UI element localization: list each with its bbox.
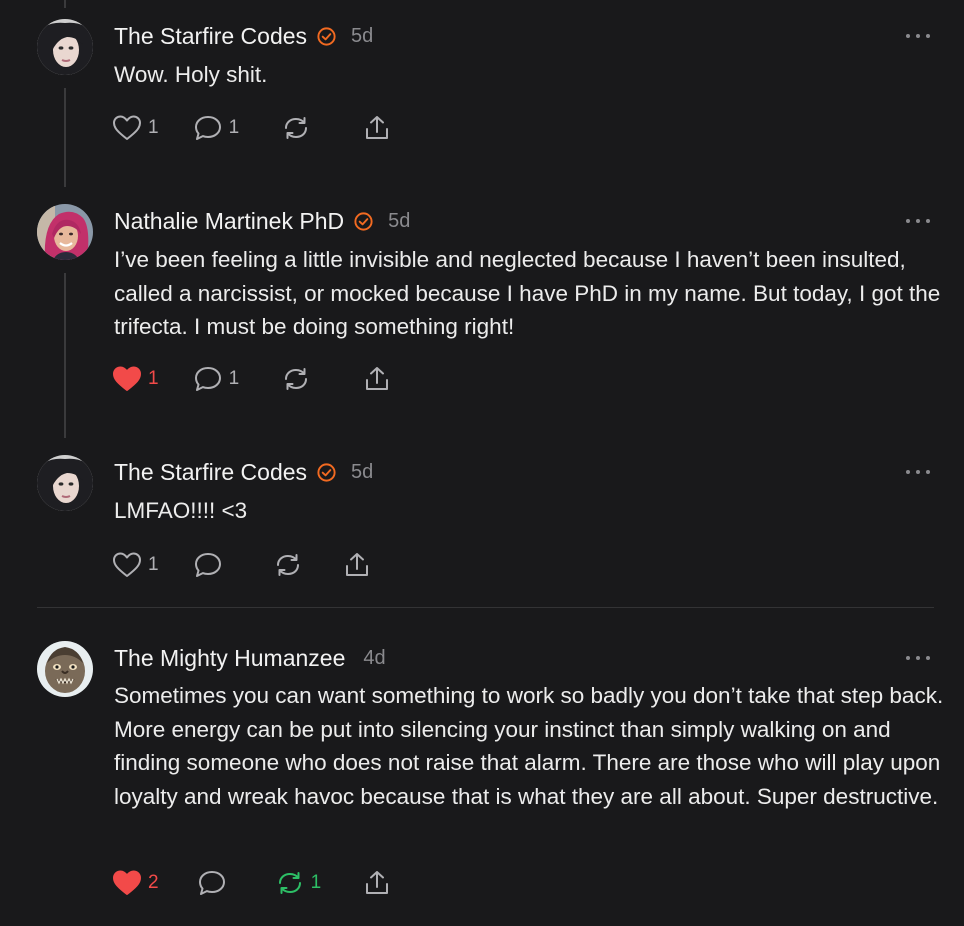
thread-line [64, 0, 66, 8]
heart-icon [113, 552, 141, 577]
restack-button[interactable] [281, 363, 317, 395]
comment-bubble-icon [198, 871, 225, 895]
verified-check-icon [354, 211, 373, 231]
restack-button[interactable] [281, 112, 317, 144]
reply-button[interactable]: 1 [193, 112, 240, 144]
comment-header: The Starfire Codes 5d [114, 456, 373, 488]
reply-button[interactable] [197, 867, 233, 899]
thread-line [64, 273, 66, 438]
comment-text: I’ve been feeling a little invisible and… [114, 247, 941, 339]
like-button[interactable]: 1 [112, 363, 159, 395]
restack-button[interactable]: 1 [275, 867, 322, 899]
share-icon [366, 871, 389, 894]
heart-filled-icon [113, 366, 141, 391]
more-options-icon[interactable] [906, 652, 930, 664]
restack-count: 1 [310, 872, 322, 893]
comment-text: LMFAO!!!! <3 [114, 498, 248, 523]
comment-header: The Starfire Codes 5d [114, 20, 373, 52]
heart-icon [113, 115, 141, 140]
share-button[interactable] [363, 867, 391, 899]
like-button[interactable]: 1 [112, 112, 159, 144]
timestamp[interactable]: 5d [351, 461, 373, 484]
share-icon [366, 116, 389, 139]
like-button[interactable]: 1 [112, 549, 159, 581]
divider [37, 607, 934, 608]
comment-bubble-icon [194, 553, 221, 577]
author-name[interactable]: The Mighty Humanzee [114, 645, 345, 672]
share-button[interactable] [343, 549, 371, 581]
restack-icon [276, 554, 299, 576]
author-name[interactable]: The Starfire Codes [114, 23, 307, 50]
restack-icon [285, 117, 308, 139]
verified-check-icon [317, 462, 336, 482]
more-options-icon[interactable] [906, 30, 930, 42]
restack-icon [278, 872, 301, 894]
verified-check-icon [317, 26, 336, 46]
author-name[interactable]: Nathalie Martinek PhD [114, 208, 344, 235]
avatar[interactable] [37, 455, 93, 511]
reply-button[interactable] [193, 549, 229, 581]
share-icon [345, 553, 368, 576]
comment-actions: 2 1 [112, 867, 391, 899]
comment-actions: 1 1 [112, 112, 391, 144]
like-count: 1 [148, 117, 159, 138]
restack-button[interactable] [273, 549, 309, 581]
thread-line [64, 88, 66, 187]
avatar[interactable] [37, 204, 93, 260]
comment-bubble-icon [194, 116, 221, 140]
reply-count: 1 [228, 368, 240, 389]
share-button[interactable] [363, 363, 391, 395]
comment-bubble-icon [194, 367, 221, 391]
reply-button[interactable]: 1 [193, 363, 240, 395]
avatar[interactable] [37, 19, 93, 75]
more-options-icon[interactable] [906, 466, 930, 478]
like-count: 1 [148, 368, 159, 389]
comment-actions: 1 [112, 549, 371, 581]
author-name[interactable]: The Starfire Codes [114, 459, 307, 486]
share-button[interactable] [363, 112, 391, 144]
share-icon [366, 367, 389, 390]
more-options-icon[interactable] [906, 215, 930, 227]
comment-header: Nathalie Martinek PhD 5d [114, 205, 410, 237]
restack-icon [285, 368, 308, 390]
heart-filled-icon [113, 870, 141, 895]
comment-text: Wow. Holy shit. [114, 62, 268, 87]
like-count: 2 [148, 872, 159, 893]
timestamp[interactable]: 5d [388, 210, 410, 233]
comment-header: The Mighty Humanzee 4d [114, 642, 386, 674]
like-count: 1 [148, 554, 159, 575]
comment-actions: 1 1 [112, 363, 391, 395]
like-button[interactable]: 2 [112, 867, 159, 899]
timestamp[interactable]: 4d [363, 647, 385, 670]
avatar[interactable] [37, 641, 93, 697]
comment-text: Sometimes you can want something to work… [114, 683, 944, 809]
reply-count: 1 [228, 117, 240, 138]
timestamp[interactable]: 5d [351, 25, 373, 48]
comment-thread: The Starfire Codes 5d Wow. Holy shit. 1 … [0, 0, 964, 926]
